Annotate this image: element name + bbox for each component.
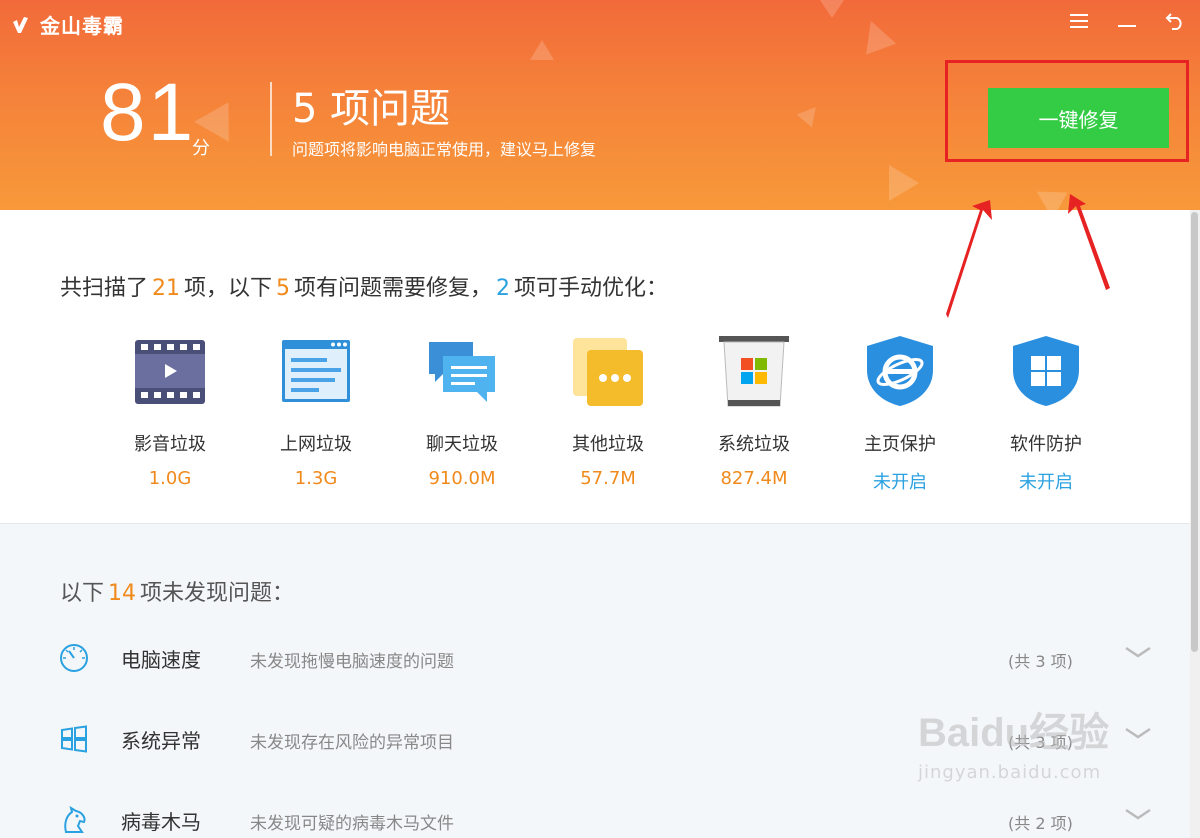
decor-triangle [796, 100, 824, 128]
item-homepage-protect[interactable]: 主页保护 未开启 [840, 334, 960, 494]
score-unit: 分 [192, 138, 210, 159]
annotation-arrow-right [1068, 194, 1110, 290]
row-count: (共 2 项) [1008, 814, 1073, 833]
windows-shield-icon [1013, 336, 1079, 406]
annotation-arrows [946, 194, 1110, 318]
trojan-horse-icon [64, 805, 86, 833]
item-value: 1.0G [148, 468, 192, 489]
menu-icon[interactable] [1068, 10, 1090, 32]
minimize-icon[interactable] [1116, 10, 1138, 32]
item-value: 未开启 [873, 472, 927, 493]
windows-logo-icon [61, 725, 87, 753]
ok-summary: 以下 14 项未发现问题： [60, 575, 294, 607]
row-count: (共 3 项) [1008, 652, 1073, 671]
scan-summary: 共扫描了 21 项，以下 5 项有问题需要修复， 2 项可手动优化： [60, 270, 668, 302]
windows-trash-icon [719, 336, 789, 407]
row-desc: 未发现可疑的病毒木马文件 [250, 814, 454, 834]
watermark-brand: Baidu经验 [918, 711, 1110, 755]
summary-text: 项可手动优化： [514, 276, 669, 301]
decor-triangle [889, 165, 919, 201]
decor-triangle [855, 15, 897, 55]
ie-shield-icon [867, 336, 933, 406]
item-other-junk[interactable]: 其他垃圾 57.7M [548, 334, 668, 489]
speedometer-icon [60, 644, 88, 672]
row-name: 病毒木马 [121, 810, 201, 834]
back-icon[interactable] [1164, 10, 1186, 32]
summary-text: 项未发现问题： [140, 581, 295, 606]
one-click-fix-button[interactable]: 一键修复 [988, 88, 1169, 148]
summary-text: 项，以下 [184, 276, 273, 301]
scrollbar[interactable] [1190, 210, 1200, 838]
item-value: 827.4M [720, 468, 788, 489]
chevron-down-icon[interactable] [1124, 642, 1152, 662]
total-count: 21 [152, 276, 181, 301]
row-desc: 未发现拖慢电脑速度的问题 [250, 652, 454, 672]
manual-count: 2 [496, 276, 511, 301]
item-label: 主页保护 [864, 434, 936, 455]
header-banner: 金山毒霸 81 分 5 项问题 问题项将影响电脑正常使用，建议马上修复 一键修复 [0, 0, 1200, 210]
item-value: 1.3G [294, 468, 338, 489]
item-value: 未开启 [1019, 472, 1073, 493]
folder-more-icon [573, 338, 643, 406]
item-label: 系统垃圾 [718, 434, 790, 455]
window-controls [1068, 10, 1186, 32]
chevron-down-icon[interactable] [1124, 723, 1152, 743]
item-value: 57.7M [580, 468, 636, 489]
summary-text: 以下 [60, 581, 105, 606]
chevron-down-icon[interactable] [1124, 804, 1152, 824]
item-label: 影音垃圾 [134, 434, 206, 455]
browser-window-icon [282, 340, 350, 402]
item-label: 软件防护 [1010, 434, 1082, 455]
film-icon [135, 340, 205, 404]
app-title: 金山毒霸 [40, 14, 124, 38]
issue-count-title: 5 项问题 [292, 86, 451, 132]
header-divider [270, 82, 272, 156]
kingsoft-logo-icon [13, 16, 28, 33]
baidu-watermark: Baidu经验 jingyan.baidu.com [918, 700, 1109, 783]
item-label: 聊天垃圾 [426, 434, 498, 455]
row-name: 电脑速度 [121, 648, 201, 672]
item-chat-junk[interactable]: 聊天垃圾 910.0M [402, 334, 522, 489]
decor-triangle [530, 40, 554, 60]
chat-bubbles-icon [429, 342, 495, 402]
row-pc-speed[interactable]: 电脑速度 未发现拖慢电脑速度的问题 (共 3 项) [58, 640, 1158, 680]
row-virus-trojan[interactable]: 病毒木马 未发现可疑的病毒木马文件 (共 2 项) [58, 802, 1158, 838]
health-score: 81 [100, 67, 196, 158]
ok-count: 14 [108, 581, 137, 606]
item-media-junk[interactable]: 影音垃圾 1.0G [110, 334, 230, 489]
scrollbar-thumb[interactable] [1191, 212, 1198, 652]
issue-subtitle: 问题项将影响电脑正常使用，建议马上修复 [292, 140, 597, 159]
summary-text: 共扫描了 [60, 276, 149, 301]
watermark-url: jingyan.baidu.com [918, 762, 1102, 783]
annotation-arrow-left [946, 200, 992, 318]
item-system-junk[interactable]: 系统垃圾 827.4M [694, 334, 814, 489]
item-value: 910.0M [428, 468, 496, 489]
problem-count: 5 [276, 276, 291, 301]
item-software-protect[interactable]: 软件防护 未开启 [986, 334, 1106, 494]
row-name: 系统异常 [121, 729, 201, 753]
item-web-junk[interactable]: 上网垃圾 1.3G [256, 334, 376, 489]
item-label: 其他垃圾 [572, 434, 644, 455]
decor-triangle [820, 0, 844, 18]
row-desc: 未发现存在风险的异常项目 [250, 733, 454, 753]
no-issue-section [0, 523, 1190, 838]
summary-text: 项有问题需要修复， [294, 276, 493, 301]
item-label: 上网垃圾 [280, 434, 352, 455]
app-logo: 金山毒霸 [10, 10, 124, 39]
